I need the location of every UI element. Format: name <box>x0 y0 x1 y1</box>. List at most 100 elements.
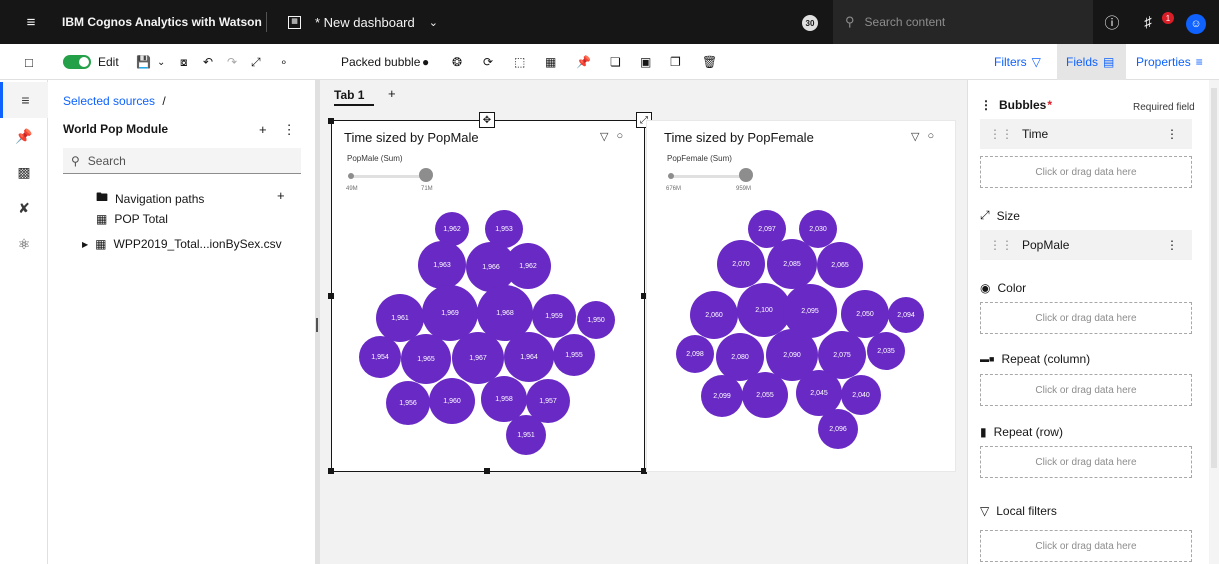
bubble-2060[interactable]: 2,060 <box>690 291 738 339</box>
move-icon[interactable]: ✥ <box>479 112 495 128</box>
resize-handle[interactable] <box>484 468 490 474</box>
bubble-1965[interactable]: 1,965 <box>401 334 451 384</box>
repeat-row-drop-zone[interactable]: Click or drag data here <box>980 446 1192 478</box>
bubble-1962[interactable]: 1,962 <box>505 243 551 289</box>
overflow-menu-icon[interactable]: ⋮ <box>1166 127 1178 141</box>
filter-icon[interactable]: ▽ <box>600 130 608 143</box>
content-search[interactable]: ⚲ Search content <box>833 0 1093 44</box>
bubble-2096[interactable]: 2,096 <box>818 409 858 449</box>
bubble-1959[interactable]: 1,959 <box>532 294 576 338</box>
tree-item-wpp-csv[interactable]: ▶ ▦ WPP2019_Total...ionBySex.csv <box>82 237 282 251</box>
send-back-icon[interactable]: ❐ <box>670 44 681 80</box>
bulb-icon[interactable]: ○ <box>616 130 623 143</box>
bubbles-field-slot[interactable]: ⋮⋮ Time ⋮ <box>980 119 1192 149</box>
delete-icon[interactable]: 🗑 <box>702 44 717 80</box>
undo-icon[interactable]: ↶ <box>203 44 213 80</box>
tab-1[interactable]: Tab 1 <box>334 86 374 106</box>
size-label: Size <box>996 208 1020 223</box>
edit-toggle[interactable] <box>63 55 91 69</box>
filters-label: Filters <box>994 55 1027 69</box>
color-drop-zone[interactable]: Click or drag data here <box>980 302 1192 334</box>
filters-button[interactable]: Filters ▽ <box>994 44 1041 80</box>
assistant-icon[interactable]: ⚛ <box>0 226 48 262</box>
repeat-row-label: Repeat (row) <box>993 425 1063 439</box>
expand-icon[interactable]: ⤢ <box>251 44 261 80</box>
bubble-1963[interactable]: 1,963 <box>418 241 466 289</box>
bulb-icon[interactable]: ○ <box>927 130 934 143</box>
pin-icon[interactable]: 📌 <box>0 118 48 154</box>
share-icon[interactable]: ⧇ <box>180 44 188 80</box>
bubble-1956[interactable]: 1,956 <box>386 381 430 425</box>
bubble-2085[interactable]: 2,085 <box>767 239 817 289</box>
add-icon[interactable]: + <box>259 122 267 138</box>
bubble-2099[interactable]: 2,099 <box>701 375 743 417</box>
selected-sources-label[interactable]: Selected sources <box>63 94 155 108</box>
copy-icon[interactable]: ❏ <box>610 44 621 80</box>
drag-handle-icon[interactable]: ⋮⋮ <box>989 127 1013 141</box>
counter-badge[interactable]: 30 <box>802 15 818 31</box>
add-navigation-path-icon[interactable]: + <box>277 188 285 203</box>
viz-type-label[interactable]: Packed bubble <box>341 44 420 80</box>
add-tab-button[interactable]: + <box>388 86 396 101</box>
bubble-1951[interactable]: 1,951 <box>506 415 546 455</box>
tree-item-navigation-paths[interactable]: 🖿 Navigation paths <box>96 188 204 209</box>
fields-tab[interactable]: Fields ▤ <box>1057 44 1126 80</box>
scrollbar-thumb[interactable] <box>1211 88 1217 468</box>
user-avatar-icon[interactable]: ☺ <box>1186 14 1206 34</box>
repeat-column-drop-zone[interactable]: Click or drag data here <box>980 374 1192 406</box>
local-filters-drop-zone[interactable]: Click or drag data here <box>980 530 1192 562</box>
bubble-1955[interactable]: 1,955 <box>553 334 595 376</box>
bubble-2065[interactable]: 2,065 <box>817 242 863 288</box>
selected-sources-link[interactable]: Selected sources / <box>63 94 166 108</box>
sort-icon[interactable]: ⟳ <box>483 44 493 80</box>
bubble-2098[interactable]: 2,098 <box>676 335 714 373</box>
bring-front-icon[interactable]: ▣ <box>640 44 651 80</box>
visualizations-icon[interactable]: ▩ <box>0 154 48 190</box>
splitter-grip[interactable] <box>316 318 318 332</box>
filter-icon[interactable]: ▽ <box>911 130 919 143</box>
drag-handle-icon[interactable]: ⋮⋮ <box>989 238 1013 252</box>
bubble-2094[interactable]: 2,094 <box>888 297 924 333</box>
resize-handle[interactable] <box>328 468 334 474</box>
table-icon[interactable]: ▦ <box>545 44 556 80</box>
bubble-1954[interactable]: 1,954 <box>359 336 401 378</box>
search-placeholder: Search content <box>864 15 946 29</box>
save-icon[interactable]: 💾 <box>136 44 151 80</box>
bubble-2055[interactable]: 2,055 <box>742 372 788 418</box>
widget-popmale[interactable]: Time sized by PopMale ▽ ○ PopMale (Sum) … <box>331 120 645 472</box>
caret-right-icon[interactable]: ▶ <box>82 240 88 249</box>
resize-handle[interactable] <box>328 118 334 124</box>
comment-icon[interactable]: □ <box>25 44 33 80</box>
chevron-down-icon[interactable]: ⌄ <box>157 44 165 80</box>
bubble-2040[interactable]: 2,040 <box>841 375 881 415</box>
help-icon[interactable]: ⓘ <box>1092 0 1132 44</box>
bubble-2035[interactable]: 2,035 <box>867 332 905 370</box>
bell-icon[interactable]: ♯ <box>1128 0 1168 44</box>
hamburger-icon[interactable]: ≡ <box>11 0 51 44</box>
overflow-menu-icon[interactable]: ⋮ <box>1166 238 1178 252</box>
bubble-chart-icon[interactable]: ● <box>422 44 429 80</box>
bubble-2070[interactable]: 2,070 <box>717 240 765 288</box>
size-field-slot[interactable]: ⋮⋮ PopMale ⋮ <box>980 230 1192 260</box>
app-window: ≡ IBM Cognos Analytics with Watson ▦ * N… <box>0 0 1219 564</box>
overflow-menu-icon[interactable]: ⋮ <box>283 122 296 138</box>
redo-icon[interactable]: ↷ <box>227 44 237 80</box>
widgets-icon[interactable]: ✘ <box>0 190 48 226</box>
properties-tab[interactable]: Properties ≡ <box>1136 44 1203 80</box>
bubble-2050[interactable]: 2,050 <box>841 290 889 338</box>
pin-icon[interactable]: 📌 <box>576 44 591 80</box>
bubbles-drop-zone[interactable]: Click or drag data here <box>980 156 1192 188</box>
tree-item-pop-total[interactable]: ▦ POP Total <box>96 212 168 226</box>
connect-icon[interactable]: ∘ <box>280 44 288 80</box>
dashboard-title-menu[interactable]: ▦ * New dashboard ⌄ <box>288 0 438 44</box>
widget-popfemale[interactable]: Time sized by PopFemale ▽ ○ PopFemale (S… <box>646 120 956 472</box>
select-icon[interactable]: ⬚ <box>514 44 525 80</box>
source-search-input[interactable]: ⚲ Search <box>63 148 301 174</box>
resize-handle[interactable] <box>328 293 334 299</box>
bubble-1964[interactable]: 1,964 <box>504 332 554 382</box>
size-legend-min-dot <box>668 173 674 179</box>
sources-icon[interactable]: ≡ <box>0 82 48 118</box>
navigate-icon[interactable]: ❂ <box>452 44 462 80</box>
bubble-1950[interactable]: 1,950 <box>577 301 615 339</box>
bubble-1960[interactable]: 1,960 <box>429 378 475 424</box>
